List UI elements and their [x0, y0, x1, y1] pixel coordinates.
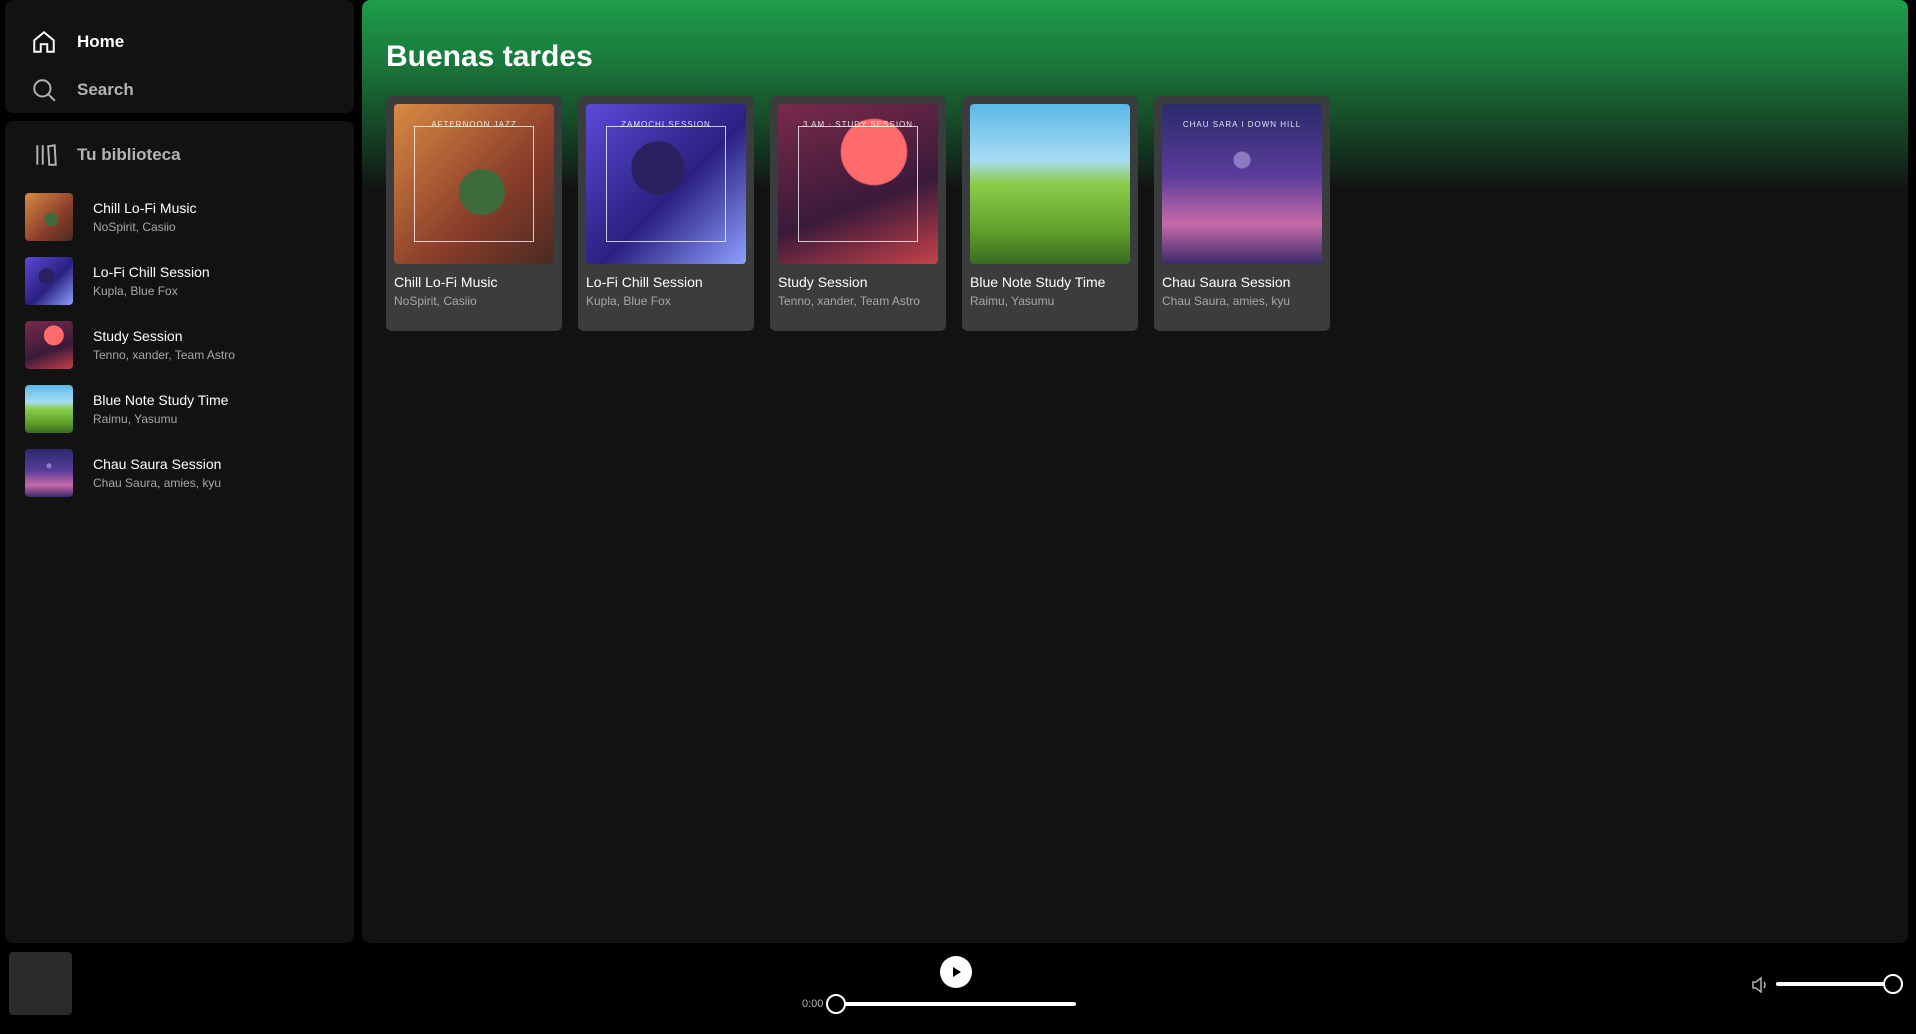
playlist-title: Blue Note Study Time	[970, 274, 1106, 290]
nav-panel: Home Search	[5, 0, 354, 113]
library-header[interactable]: Tu biblioteca	[19, 139, 340, 171]
progress-bar[interactable]	[826, 994, 1076, 1014]
library-item-cover	[25, 449, 73, 497]
playlist-card[interactable]: CHAU SARA I DOWN HILL Chau Saura Session…	[1154, 96, 1330, 331]
nav-search-label: Search	[77, 80, 134, 99]
playlist-cover: ZAMOCHI SESSION	[586, 104, 746, 264]
library-item-title: Chau Saura Session	[93, 456, 222, 472]
library-item-subtitle: Raimu, Yasumu	[93, 412, 178, 426]
library-item[interactable]: Blue Note Study Time Raimu, Yasumu	[19, 377, 340, 441]
playlist-card[interactable]: Blue Note Study Time Raimu, Yasumu	[962, 96, 1138, 331]
volume-icon[interactable]	[1751, 976, 1769, 994]
library-item-title: Blue Note Study Time	[93, 392, 229, 408]
cover-frame	[606, 126, 726, 242]
playlist-subtitle: Tenno, xander, Team Astro	[778, 294, 920, 308]
cover-caption: AFTERNOON JAZZ	[431, 120, 517, 129]
playlist-cover: 3 AM · STUDY SESSION	[778, 104, 938, 264]
nav-home[interactable]: Home	[31, 18, 354, 66]
library-item-subtitle: Chau Saura, amies, kyu	[93, 476, 222, 490]
playlist-grid: AFTERNOON JAZZ Chill Lo-Fi Music NoSpiri…	[386, 96, 1884, 331]
library-item[interactable]: Lo-Fi Chill Session Kupla, Blue Fox	[19, 249, 340, 313]
nav-home-label: Home	[77, 32, 125, 51]
cover-caption: ZAMOCHI SESSION	[621, 120, 711, 129]
playlist-title: Chill Lo-Fi Music	[394, 274, 498, 290]
playlist-title: Chau Saura Session	[1162, 274, 1291, 290]
library-item-subtitle: NoSpirit, Casiio	[93, 220, 176, 234]
cover-frame	[798, 126, 918, 242]
cover-caption: CHAU SARA I DOWN HILL	[1182, 120, 1302, 129]
playlist-cover	[970, 104, 1130, 264]
playlist-card[interactable]: AFTERNOON JAZZ Chill Lo-Fi Music NoSpiri…	[386, 96, 562, 331]
progress-handle[interactable]	[826, 994, 846, 1014]
library-item-title: Lo-Fi Chill Session	[93, 264, 210, 280]
library-item-subtitle: Tenno, xander, Team Astro	[93, 348, 235, 362]
playlist-subtitle: NoSpirit, Casiio	[394, 294, 477, 308]
library-item-subtitle: Kupla, Blue Fox	[93, 284, 178, 298]
library-item-cover	[25, 193, 73, 241]
library-item-cover	[25, 321, 73, 369]
playlist-subtitle: Chau Saura, amies, kyu	[1162, 294, 1291, 308]
playlist-cover: AFTERNOON JAZZ	[394, 104, 554, 264]
library-panel: Tu biblioteca Chill Lo-Fi Music NoSpirit…	[5, 121, 354, 943]
library-item-cover	[25, 385, 73, 433]
main-content: Buenas tardes AFTERNOON JAZZ Chill Lo-Fi…	[362, 0, 1908, 943]
volume-slider[interactable]	[1776, 974, 1903, 994]
cover-caption: 3 AM · STUDY SESSION	[802, 120, 914, 129]
playlist-card[interactable]: ZAMOCHI SESSION Lo-Fi Chill Session Kupl…	[578, 96, 754, 331]
library-item[interactable]: Study Session Tenno, xander, Team Astro	[19, 313, 340, 377]
play-button[interactable]	[940, 956, 972, 988]
library-item[interactable]: Chill Lo-Fi Music NoSpirit, Casiio	[19, 185, 340, 249]
time-elapsed: 0:00	[802, 998, 824, 1010]
volume-handle[interactable]	[1883, 974, 1903, 994]
playlist-card[interactable]: 3 AM · STUDY SESSION Study Session Tenno…	[770, 96, 946, 331]
playlist-cover: CHAU SARA I DOWN HILL	[1162, 104, 1322, 264]
play-icon	[953, 967, 961, 977]
playlist-subtitle: Raimu, Yasumu	[970, 294, 1055, 308]
library-item[interactable]: Chau Saura Session Chau Saura, amies, ky…	[19, 441, 340, 505]
library-item-title: Chill Lo-Fi Music	[93, 200, 197, 216]
player-bar: 0:00	[0, 943, 1916, 1034]
playlist-title: Lo-Fi Chill Session	[586, 274, 703, 290]
library-icon	[36, 144, 57, 166]
playlist-title: Study Session	[778, 274, 868, 290]
nav-search[interactable]: Search	[31, 66, 354, 114]
search-icon	[33, 79, 56, 102]
home-icon	[33, 30, 55, 53]
playlist-subtitle: Kupla, Blue Fox	[586, 294, 671, 308]
page-title: Buenas tardes	[386, 40, 593, 73]
library-title: Tu biblioteca	[77, 145, 181, 164]
cover-frame	[414, 126, 534, 242]
now-playing-cover	[9, 952, 72, 1015]
library-item-title: Study Session	[93, 328, 183, 344]
library-item-cover	[25, 257, 73, 305]
